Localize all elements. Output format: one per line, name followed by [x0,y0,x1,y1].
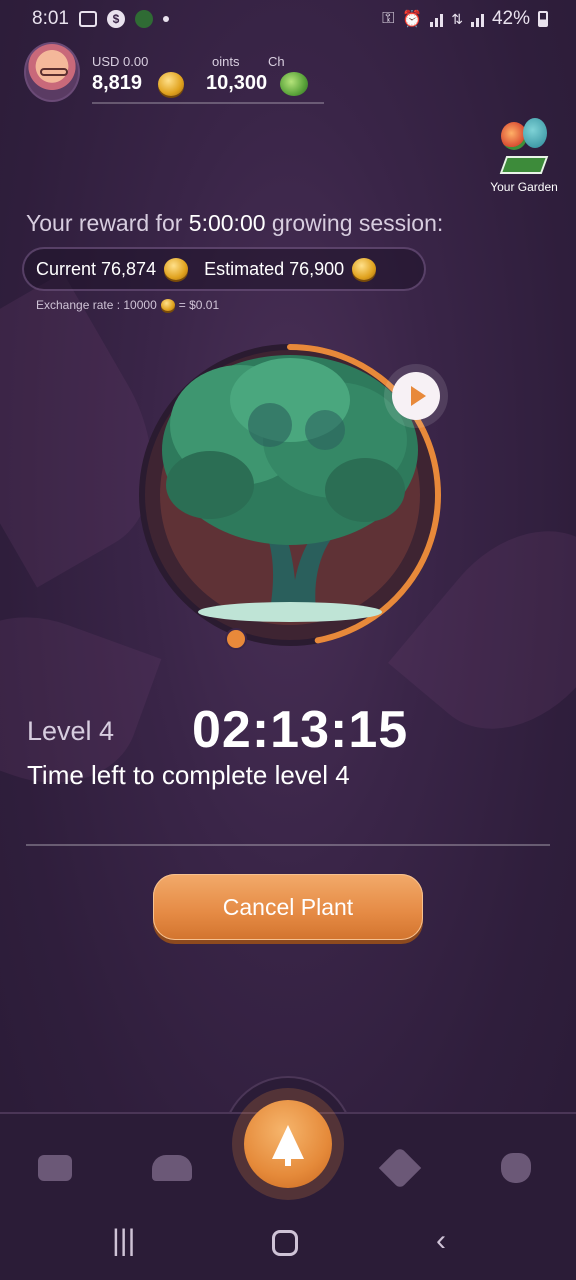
reward-title-suffix: growing session: [265,210,444,236]
coin-icon [164,258,189,280]
coin-icon [160,299,175,311]
dollar-app-icon: $ [106,10,125,28]
progress-knob [225,628,247,650]
points-label: oints [212,54,240,69]
back-button[interactable]: ‹ [436,1224,446,1258]
play-icon [410,386,426,406]
battery-percent: 42% [491,8,530,29]
alarm-icon: ⏰ [402,11,423,28]
avatar-glasses [40,68,68,76]
status-time: 8:01 [32,8,69,29]
friends-icon [152,1155,192,1181]
your-garden-button[interactable]: Your Garden [486,118,562,198]
reward-title-prefix: Your reward for [26,210,189,236]
header: USD 0.00 8,819 oints 10,300 Ch [24,42,564,106]
estimated-reward: Estimated 76,900 [204,258,345,279]
notification-dot-icon [162,16,169,22]
home-button[interactable] [272,1230,298,1256]
avatar[interactable] [24,42,80,102]
divider [26,844,550,846]
plant-points-icon [280,72,308,96]
coin-icon [158,72,184,96]
exchange-rate: Exchange rate : 10000 = $0.01 [36,298,219,312]
nav-friends[interactable] [150,1148,194,1188]
garden-icon [497,118,551,174]
third-stat-label: Ch [268,54,285,69]
reward-summary: Current 76,874 Estimated 76,900 [22,247,426,291]
exchange-rate-prefix: Exchange rate : 10000 [36,298,157,312]
reward-title: Your reward for 5:00:00 growing session: [26,210,443,237]
current-reward: Current 76,874 [36,258,157,279]
time-left-text: Time left to complete level 4 [27,760,350,790]
battery-icon [538,11,548,27]
signal-2-icon [470,11,484,27]
session-duration: 5:00:00 [188,210,266,236]
nav-rewards[interactable] [494,1148,538,1188]
points-value: 10,300 [206,72,268,94]
balance-stats: USD 0.00 8,819 oints 10,300 Ch [92,48,324,104]
nav-wallet[interactable] [33,1148,77,1188]
signal-1-icon [430,11,444,27]
cancel-plant-button[interactable]: Cancel Plant [153,874,423,940]
key-icon: ⚿ [382,10,395,27]
tree-trunk [285,1158,291,1166]
wallet-icon [38,1155,72,1181]
countdown-timer: 02:13:15 [192,701,409,759]
usd-value: 8,819 [92,72,143,94]
money-bag-icon [501,1153,531,1183]
garden-label: Your Garden [490,180,558,194]
exchange-rate-suffix: = $0.01 [178,298,220,312]
plant-button[interactable] [244,1100,332,1188]
play-button[interactable] [392,372,440,420]
status-bar: 8:01 $ ⚿ ⏰ ⇅ 42% [0,0,576,38]
nav-donate[interactable] [378,1146,422,1190]
handshake-heart-icon [378,1146,422,1190]
recents-button[interactable]: ||| [112,1224,135,1258]
level-label: Level 4 [27,716,115,746]
leaf-app-icon [134,10,153,28]
usd-label: USD 0.00 [92,54,149,69]
tree-icon [272,1125,304,1159]
gallery-icon [78,11,97,27]
coin-icon [352,258,377,280]
data-arrows-icon: ⇅ [451,10,463,27]
